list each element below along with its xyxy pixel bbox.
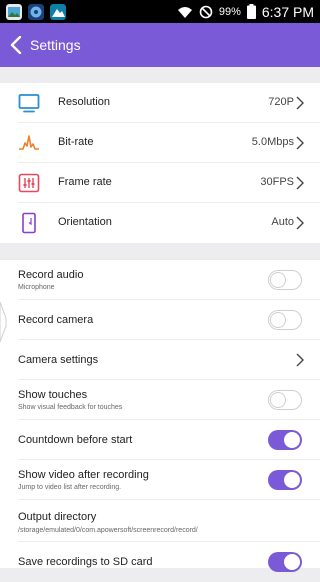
record-camera-label: Record camera (18, 314, 94, 326)
show-video-after-label: Show video after recording (18, 469, 149, 481)
battery-icon (246, 4, 256, 19)
status-bar: 99% 6:37 PM (0, 0, 320, 23)
quality-settings-group: Resolution 720P Bit-rate 5.0Mbps Frame r… (0, 83, 320, 243)
camera-settings-label: Camera settings (18, 354, 99, 366)
dvd-app-icon (28, 3, 44, 20)
resolution-row[interactable]: Resolution 720P (0, 83, 320, 123)
record-audio-row[interactable]: Record audio Microphone (0, 260, 320, 300)
output-directory-label: Output directory (18, 511, 97, 523)
chevron-right-icon (296, 136, 304, 150)
bitrate-value: 5.0Mbps (251, 136, 294, 148)
countdown-toggle[interactable] (268, 430, 302, 450)
show-video-after-sublabel: Jump to video list after recording. (18, 484, 122, 491)
chevron-right-icon (296, 96, 304, 110)
show-touches-row[interactable]: Show touches Show visual feedback for to… (0, 380, 320, 420)
section-spacer (0, 67, 320, 83)
notification-icons (6, 3, 66, 20)
show-video-after-row[interactable]: Show video after recording Jump to video… (0, 460, 320, 500)
record-audio-toggle[interactable] (268, 270, 302, 290)
framerate-value: 30FPS (260, 176, 294, 188)
general-settings-group: Record audio Microphone Record camera Ca… (0, 260, 320, 572)
orientation-value: Auto (271, 216, 294, 228)
sliders-icon (18, 173, 40, 193)
save-sd-card-toggle[interactable] (268, 552, 302, 572)
camera-settings-row[interactable]: Camera settings (0, 340, 320, 380)
countdown-label: Countdown before start (18, 434, 133, 446)
bitrate-label: Bit-rate (58, 136, 94, 148)
chevron-right-icon (296, 353, 304, 367)
resolution-value: 720P (268, 96, 294, 108)
floating-handle-tab[interactable] (0, 302, 8, 342)
page-title: Settings (30, 37, 81, 53)
chevron-right-icon (296, 216, 304, 230)
phone-rotate-icon (22, 212, 36, 234)
show-video-after-toggle[interactable] (268, 470, 302, 490)
save-sd-card-label: Save recordings to SD card (18, 556, 153, 568)
chevron-left-icon (10, 36, 22, 54)
mountain-app-icon (50, 3, 66, 20)
record-camera-toggle[interactable] (268, 310, 302, 330)
record-audio-label: Record audio (18, 269, 84, 281)
bitrate-row[interactable]: Bit-rate 5.0Mbps (0, 123, 320, 163)
framerate-row[interactable]: Frame rate 30FPS (0, 163, 320, 203)
back-button[interactable] (2, 23, 30, 67)
orientation-row[interactable]: Orientation Auto (0, 203, 320, 243)
show-touches-label: Show touches (18, 389, 88, 401)
orientation-label: Orientation (58, 216, 112, 228)
show-touches-sublabel: Show visual feedback for touches (18, 404, 123, 411)
output-directory-row[interactable]: Output directory /storage/emulated/0/com… (0, 500, 320, 542)
clock: 6:37 PM (261, 3, 314, 20)
wifi-icon (177, 6, 192, 18)
waveform-icon (19, 135, 39, 150)
monitor-icon (18, 94, 40, 113)
app-header: Settings (0, 23, 320, 67)
record-camera-row[interactable]: Record camera (0, 300, 320, 340)
battery-percent: 99% (218, 5, 241, 18)
output-directory-path: /storage/emulated/0/com.apowersoft/scree… (18, 527, 198, 534)
do-not-disturb-icon (199, 5, 213, 18)
resolution-label: Resolution (58, 96, 110, 108)
save-sd-card-row[interactable]: Save recordings to SD card (0, 542, 320, 582)
gallery-app-icon (6, 3, 22, 20)
chevron-right-icon (296, 176, 304, 190)
framerate-label: Frame rate (58, 176, 112, 188)
show-touches-toggle[interactable] (268, 390, 302, 410)
countdown-row[interactable]: Countdown before start (0, 420, 320, 460)
record-audio-sublabel: Microphone (18, 284, 55, 291)
